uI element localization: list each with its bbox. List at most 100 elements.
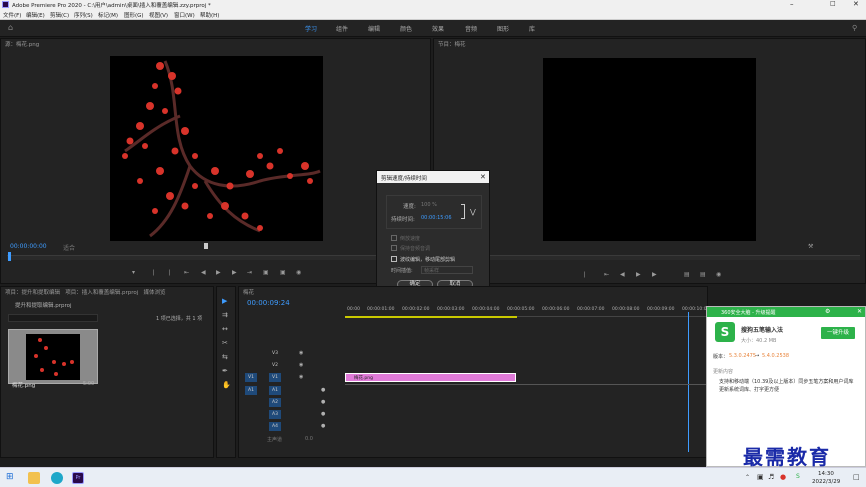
timeline-tab[interactable]: 梅花 <box>239 287 707 296</box>
workspace-editing[interactable]: 编辑 <box>368 24 380 33</box>
menu-file[interactable]: 文件(F) <box>3 11 21 19</box>
overwrite-icon[interactable]: ▣ <box>280 269 286 276</box>
tray-app-icon[interactable]: ● <box>780 473 786 481</box>
source-fit-select[interactable]: 适合 <box>63 243 75 252</box>
mic-icon[interactable]: ● <box>321 411 325 417</box>
track-label[interactable]: V2 <box>269 361 281 370</box>
insert-icon[interactable]: ▣ <box>263 269 269 276</box>
program-step-forward-icon[interactable]: ▶ <box>652 271 657 278</box>
menu-view[interactable]: 视图(V) <box>149 11 168 19</box>
workspace-audio[interactable]: 音频 <box>465 24 477 33</box>
ime-icon[interactable]: S <box>796 473 800 480</box>
track-select-tool-icon[interactable]: ⇉ <box>222 311 228 319</box>
step-back-icon[interactable]: ◀ <box>201 269 206 276</box>
tray-chevron-icon[interactable]: ⌃ <box>745 474 750 481</box>
maximize-icon[interactable]: □ <box>830 0 836 7</box>
search-icon[interactable]: ⚲ <box>852 24 857 32</box>
update-now-button[interactable]: 一键升级 <box>821 327 855 339</box>
reverse-checkbox[interactable] <box>391 235 397 241</box>
menu-help[interactable]: 帮助(H) <box>200 11 219 19</box>
source-timecode[interactable]: 00:00:00:00 <box>10 243 47 250</box>
duration-value[interactable]: 00:00:15:06 <box>421 215 452 221</box>
eye-icon[interactable]: ◉ <box>299 350 303 356</box>
dialog-close-icon[interactable]: ✕ <box>480 173 486 181</box>
mic-icon[interactable]: ● <box>321 399 325 405</box>
menu-marker[interactable]: 标记(M) <box>98 11 118 19</box>
razor-tool-icon[interactable]: ✂ <box>222 339 228 347</box>
export-frame-icon[interactable]: ◉ <box>296 269 301 276</box>
program-mark-in-icon[interactable]: ❘ <box>582 271 587 278</box>
network-icon[interactable]: ▣ <box>757 473 764 481</box>
start-icon[interactable]: ⊞ <box>6 472 14 482</box>
popup-settings-icon[interactable]: ⚙ <box>825 308 830 315</box>
go-to-out-icon[interactable]: ⇥ <box>247 269 252 276</box>
keep-pitch-checkbox[interactable] <box>391 245 397 251</box>
program-wrench-icon[interactable]: ⚒ <box>808 243 813 250</box>
menu-graphics[interactable]: 图形(G) <box>124 11 144 19</box>
home-icon[interactable]: ⌂ <box>8 23 13 32</box>
mark-in-icon[interactable]: ❘ <box>151 269 156 276</box>
slip-tool-icon[interactable]: ⇆ <box>222 353 228 361</box>
notification-icon[interactable]: □ <box>853 473 860 481</box>
media-browser-tab[interactable]: 媒体浏览 <box>144 290 166 296</box>
program-play-icon[interactable]: ▶ <box>636 271 641 278</box>
source-patch-v1[interactable]: V1 <box>245 373 257 382</box>
track-label[interactable]: V1 <box>269 373 281 382</box>
interp-select[interactable]: 帧采样 <box>421 266 473 274</box>
file-explorer-icon[interactable] <box>28 472 40 484</box>
program-scrub-bar[interactable] <box>440 255 860 260</box>
premiere-taskbar-icon[interactable]: Pr <box>72 472 84 484</box>
track-label[interactable]: A4 <box>269 422 281 431</box>
marker-icon[interactable]: ▾ <box>132 269 135 276</box>
track-label[interactable]: A3 <box>269 410 281 419</box>
source-scrub-bar[interactable] <box>7 255 427 260</box>
ripple-tool-icon[interactable]: ↔ <box>222 325 228 333</box>
timeline-playhead[interactable] <box>688 312 689 452</box>
track-label[interactable]: V3 <box>269 349 281 358</box>
workspace-effects[interactable]: 效果 <box>432 24 444 33</box>
timeline-timecode[interactable]: 00:00:09:24 <box>247 299 290 307</box>
speed-value[interactable]: 100 % <box>421 202 437 208</box>
mic-icon[interactable]: ● <box>321 423 325 429</box>
program-go-in-icon[interactable]: ⇤ <box>604 271 609 278</box>
popup-close-icon[interactable]: ✕ <box>857 308 862 315</box>
project-search-input[interactable] <box>8 314 98 322</box>
edge-icon[interactable] <box>51 472 63 484</box>
play-icon[interactable]: ▶ <box>216 269 221 276</box>
workspace-learn[interactable]: 学习 <box>305 24 317 33</box>
master-value[interactable]: 0.0 <box>305 436 313 442</box>
workspace-libraries[interactable]: 库 <box>529 24 535 33</box>
mark-out-icon[interactable]: ❘ <box>167 269 172 276</box>
close-icon[interactable]: ✕ <box>853 0 859 8</box>
program-extract-icon[interactable]: ▤ <box>700 271 706 278</box>
ripple-checkbox[interactable] <box>391 256 397 262</box>
pen-tool-icon[interactable]: ✒ <box>222 367 228 375</box>
menu-clip[interactable]: 剪辑(C) <box>50 11 69 19</box>
video-clip[interactable]: 梅花.png <box>345 373 516 382</box>
workspace-assembly[interactable]: 组件 <box>336 24 348 33</box>
workspace-color[interactable]: 颜色 <box>400 24 412 33</box>
source-tab[interactable]: 源：梅花.png <box>1 39 430 48</box>
chain-link-icon[interactable]: ⋁ <box>470 208 476 216</box>
eye-icon[interactable]: ◉ <box>299 374 303 380</box>
volume-icon[interactable]: ♬ <box>768 473 774 481</box>
program-step-back-icon[interactable]: ◀ <box>620 271 625 278</box>
project-tab-2[interactable]: 项目：插入和覆盖编辑.prproj <box>65 290 138 296</box>
menu-edit[interactable]: 编辑(E) <box>26 11 45 19</box>
menu-sequence[interactable]: 序列(S) <box>74 11 93 19</box>
project-tab[interactable]: 项目：提升和提取编辑 <box>5 290 60 296</box>
timeline-ruler[interactable]: 00:00 00:00:01:00 00:00:02:00 00:00:03:0… <box>345 305 709 318</box>
menu-window[interactable]: 窗口(W) <box>174 11 195 19</box>
eye-icon[interactable]: ◉ <box>299 362 303 368</box>
minimize-icon[interactable]: – <box>790 0 794 8</box>
hand-tool-icon[interactable]: ✋ <box>222 381 231 389</box>
clock-time[interactable]: 14:30 <box>818 471 834 477</box>
work-area-bar[interactable] <box>345 316 517 318</box>
track-label[interactable]: A1 <box>269 386 281 395</box>
program-lift-icon[interactable]: ▤ <box>684 271 690 278</box>
mic-icon[interactable]: ● <box>321 387 325 393</box>
program-export-frame-icon[interactable]: ◉ <box>716 271 721 278</box>
source-patch-a1[interactable]: A1 <box>245 386 257 395</box>
step-forward-icon[interactable]: ▶ <box>232 269 237 276</box>
selection-tool-icon[interactable]: ▶ <box>222 297 227 305</box>
